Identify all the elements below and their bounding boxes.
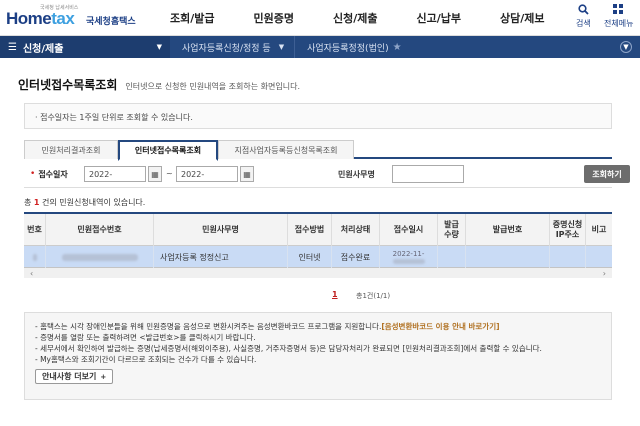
col-number: 번호 [24, 214, 46, 246]
col-issue-qty: 발급 수량 [438, 214, 466, 246]
info-line: - My홈택스와 조회기간이 다르므로 조회되는 건수가 다를 수 있습니다. [35, 355, 257, 364]
grid-menu-icon [613, 4, 624, 18]
row-status: 접수완료 [332, 246, 380, 268]
row-ip-address [550, 246, 586, 268]
result-suffix: 건의 민원신청내역이 있습니다. [39, 198, 146, 207]
search-row: • 접수일자 2022- ▦ ~ 2022- ▦ 민원사무명 조회하기 [24, 161, 630, 188]
required-dot-icon: • [30, 169, 36, 179]
all-menu-button[interactable]: 전체메뉴 [604, 4, 633, 29]
col-note: 비고 [591, 225, 607, 234]
col-status: 처리상태 [332, 214, 380, 246]
breadcrumb: ☰ 신청/제출 ▼ 사업자등록신청/정정 등 ▼ 사업자등록정정(법인) ★ ▼ [0, 36, 640, 58]
row-note [586, 246, 612, 268]
search-icon [578, 4, 589, 18]
breadcrumb-business-registration[interactable]: 사업자등록신청/정정 등 ▼ [170, 36, 294, 58]
plus-icon: + [100, 372, 107, 381]
voice-barcode-link[interactable]: [음성변환바코드 이용 안내 바로가기] [381, 322, 499, 331]
search-submit-button[interactable]: 조회하기 [584, 165, 630, 183]
scroll-left-icon[interactable]: ‹ [30, 269, 33, 278]
page-number-current[interactable]: 1 [332, 290, 338, 299]
calendar-icon[interactable]: ▦ [240, 166, 254, 182]
row-number [24, 246, 46, 268]
col-method: 접수방법 [288, 214, 332, 246]
menu-report-pay[interactable]: 신고/납부 [416, 10, 461, 26]
result-count: 총 1 건의 민원신청내역이 있습니다. [24, 197, 145, 208]
tab-petition-results[interactable]: 민원처리결과조회 [24, 140, 118, 159]
info-line: - 홈택스는 시각 장애인분들을 위해 민원증명을 음성으로 변환시켜주는 음성… [35, 321, 601, 332]
redacted-value [32, 253, 37, 261]
end-date-input[interactable]: 2022- [176, 166, 238, 182]
breadcrumb-apply-submit[interactable]: ☰ 신청/제출 ▼ [0, 36, 170, 58]
info-line: - 세무서에서 확인하여 발급하는 증명(납세증명서(해외이주용), 사실증명,… [35, 344, 542, 353]
logo-korean-text: 국세청홈택스 [86, 16, 136, 27]
page-title: 인터넷접수목록조회 [18, 78, 118, 92]
hometax-logo[interactable]: 국세청 납세서비스 Hometax 국세청홈택스 [0, 0, 140, 36]
chevron-down-circle-icon[interactable]: ▼ [620, 41, 632, 53]
redacted-value [61, 253, 138, 261]
breadcrumb-third-label: 사업자등록정정(법인) [307, 43, 389, 54]
col-receipt-number: 민원접수번호 [46, 214, 154, 246]
breadcrumb-corp-correction[interactable]: 사업자등록정정(법인) ★ [294, 36, 412, 58]
horizontal-scrollbar[interactable]: ‹ › [24, 268, 612, 278]
col-petition-name: 민원사무명 [154, 214, 288, 246]
all-menu-label: 전체메뉴 [604, 19, 634, 28]
logo-wordmark: Hometax [6, 8, 75, 29]
col-datetime: 접수일시 [380, 214, 438, 246]
date-range-separator: ~ [166, 169, 173, 178]
menu-inquiry-issue[interactable]: 조회/발급 [170, 10, 215, 26]
date-label: 접수일자 [38, 169, 68, 179]
info-line: - 증명서를 열람 또는 출력하려면 <발급번호>를 클릭하시기 바랍니다. [35, 333, 256, 342]
row-petition-name: 사업자등록 정정신고 [154, 246, 288, 268]
notice-box: · 접수일자는 1주일 단위로 조회할 수 있습니다. [24, 103, 612, 129]
page-description: 인터넷으로 신청한 민원내역을 조회하는 화면입니다. [125, 82, 301, 91]
search-label: 검색 [576, 19, 591, 28]
tab-branch-registration-list[interactable]: 지점사업자등록등신청목록조회 [218, 140, 354, 159]
page-title-area: 인터넷접수목록조회 인터넷으로 신청한 민원내역을 조회하는 화면입니다. [18, 76, 300, 93]
petition-name-label: 민원사무명 [338, 170, 375, 179]
breadcrumb-first-label: 신청/제출 [22, 43, 64, 55]
menu-consult-tip[interactable]: 상담/제보 [500, 10, 545, 26]
chevron-down-icon: ▼ [156, 43, 162, 51]
row-datetime: 2022-11- [380, 246, 438, 268]
notice-text: · 접수일자는 1주일 단위로 조회할 수 있습니다. [35, 113, 193, 122]
page-info: 총1건(1/1) [356, 292, 391, 300]
tab-bar: 민원처리결과조회 인터넷접수목록조회 지점사업자등록등신청목록조회 [24, 140, 612, 161]
main-menu: 조회/발급 민원증명 신청/제출 신고/납부 상담/제보 [170, 0, 583, 36]
row-issue-qty [438, 246, 466, 268]
more-info-button[interactable]: 안내사항 더보기 + [35, 369, 114, 384]
chevron-down-icon: ▼ [278, 43, 285, 51]
star-icon[interactable]: ★ [393, 42, 402, 53]
scroll-right-icon[interactable]: › [603, 269, 606, 278]
table-header: 번호 민원접수번호 민원사무명 접수방법 처리상태 접수일시 발급 수량 발급번… [24, 214, 612, 246]
row-datetime-text: 2022-11- [392, 250, 425, 258]
row-method: 인터넷 [288, 246, 332, 268]
logo-home-text: Home [6, 8, 52, 28]
info-line-text: - 홈택스는 시각 장애인분들을 위해 민원증명을 음성으로 변환시켜주는 음성… [35, 322, 382, 331]
col-issue-number: 발급번호 [466, 214, 550, 246]
top-header: 국세청 납세서비스 Hometax 국세청홈택스 조회/발급 민원증명 신청/제… [0, 0, 640, 36]
menu-apply-submit[interactable]: 신청/제출 [333, 10, 378, 26]
info-box: - 홈택스는 시각 장애인분들을 위해 민원증명을 음성으로 변환시켜주는 음성… [24, 312, 612, 400]
result-prefix: 총 [24, 198, 34, 207]
hamburger-icon: ☰ [8, 41, 17, 53]
receipt-table: 번호 민원접수번호 민원사무명 접수방법 처리상태 접수일시 발급 수량 발급번… [24, 212, 612, 278]
redacted-value [392, 259, 425, 264]
petition-name-input[interactable] [392, 165, 464, 183]
row-receipt-number[interactable] [46, 246, 154, 268]
search-button[interactable]: 검색 [576, 4, 591, 29]
menu-certificates[interactable]: 민원증명 [254, 10, 294, 26]
col-ip-address: 증명신청 IP주소 [550, 214, 586, 246]
tab-internet-receipt-list[interactable]: 인터넷접수목록조회 [118, 140, 218, 161]
row-issue-number[interactable] [466, 246, 550, 268]
logo-tax-text: tax [51, 8, 75, 28]
breadcrumb-second-label: 사업자등록신청/정정 등 [182, 43, 271, 54]
start-date-input[interactable]: 2022- [84, 166, 146, 182]
table-row[interactable]: 사업자등록 정정신고 인터넷 접수완료 2022-11- [24, 246, 612, 268]
calendar-icon[interactable]: ▦ [148, 166, 162, 182]
more-info-label: 안내사항 더보기 [42, 372, 97, 381]
